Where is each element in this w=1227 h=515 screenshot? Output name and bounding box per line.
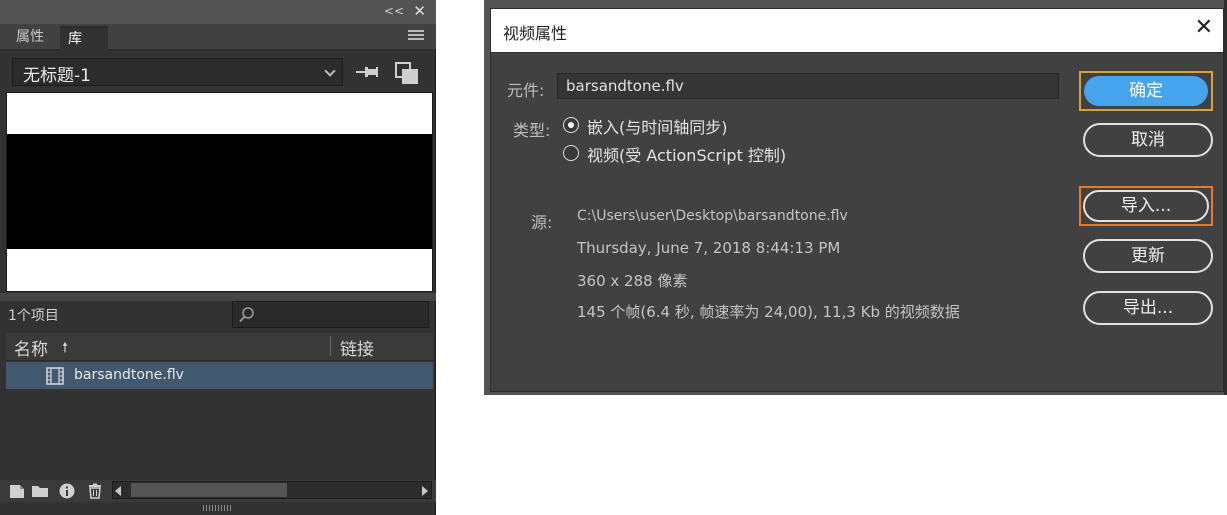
library-column-header: 名称 🠕 链接: [6, 333, 433, 361]
column-divider[interactable]: [330, 336, 331, 356]
panel-tab-bar: 属性 库: [0, 24, 436, 50]
ok-button[interactable]: 确定: [1084, 76, 1208, 106]
radio-video[interactable]: [563, 145, 579, 161]
source-label: 源:: [531, 213, 553, 232]
chevron-down-icon: [324, 65, 336, 77]
scrollbar-thumb[interactable]: [131, 483, 287, 497]
library-item-row[interactable]: barsandtone.flv: [6, 362, 433, 389]
document-select[interactable]: 无标题-1: [12, 58, 343, 86]
library-search-input[interactable]: [232, 301, 429, 328]
dialog-body: 元件: barsandtone.flv 类型: 嵌入(与时间轴同步) 视频(受 …: [490, 53, 1224, 392]
symbol-preview: [6, 92, 433, 292]
tab-library[interactable]: 库: [60, 26, 108, 50]
preview-frame-content: [7, 134, 432, 249]
horizontal-scrollbar[interactable]: [112, 481, 432, 499]
tab-properties[interactable]: 属性: [8, 26, 60, 50]
column-linkage[interactable]: 链接: [340, 335, 374, 360]
update-button[interactable]: 更新: [1083, 239, 1213, 273]
pin-icon[interactable]: [354, 62, 380, 82]
close-icon[interactable]: ✕: [1195, 15, 1213, 40]
trash-icon[interactable]: [86, 483, 104, 499]
source-path: C:\Users\user\Desktop\barsandtone.flv: [577, 208, 848, 224]
scroll-left-arrow-icon[interactable]: [115, 486, 121, 496]
radio-embed[interactable]: [563, 117, 579, 133]
dialog-title-bar: 视频属性 ✕: [490, 8, 1224, 53]
export-button[interactable]: 导出...: [1083, 291, 1213, 325]
import-button-highlight: 导入...: [1079, 186, 1213, 226]
ok-button-focus-ring: 确定: [1079, 71, 1213, 111]
source-info: 145 个帧(6.4 秒, 帧速率为 24,00), 11,3 Kb 的视频数据: [577, 303, 960, 321]
new-symbol-icon[interactable]: [8, 483, 26, 499]
preview-divider[interactable]: [0, 293, 436, 301]
sort-ascending-icon[interactable]: 🠕: [62, 337, 68, 361]
panel-top-bar: << ✕: [0, 0, 436, 24]
new-folder-icon[interactable]: [31, 483, 49, 499]
library-panel: << ✕ 属性 库 无标题-1 1个项目 名称 🠕 链接 barsandtone…: [0, 0, 436, 515]
symbol-label: 元件:: [507, 81, 545, 100]
source-date: Thursday, June 7, 2018 8:44:13 PM: [577, 239, 841, 257]
symbol-name-input[interactable]: barsandtone.flv: [557, 73, 1059, 99]
cancel-button[interactable]: 取消: [1083, 123, 1213, 157]
import-button[interactable]: 导入...: [1083, 190, 1209, 222]
collapse-panel-icon[interactable]: <<: [384, 4, 404, 18]
properties-info-icon[interactable]: [58, 483, 76, 499]
library-item-name: barsandtone.flv: [74, 367, 184, 383]
scroll-right-arrow-icon[interactable]: [422, 486, 428, 496]
resize-grip[interactable]: [203, 505, 233, 511]
item-count: 1个项目: [8, 308, 59, 324]
new-library-panel-icon[interactable]: [394, 61, 420, 85]
column-name[interactable]: 名称: [14, 335, 48, 360]
type-label: 类型:: [513, 121, 551, 140]
dialog-title: 视频属性: [503, 24, 568, 43]
video-properties-dialog: 视频属性 ✕ 元件: barsandtone.flv 类型: 嵌入(与时间轴同步…: [484, 0, 1227, 395]
radio-video-label[interactable]: 视频(受 ActionScript 控制): [587, 142, 786, 166]
radio-embed-label[interactable]: 嵌入(与时间轴同步): [587, 114, 728, 138]
search-icon: [239, 307, 254, 323]
close-panel-icon[interactable]: ✕: [413, 2, 426, 20]
document-select-value: 无标题-1: [23, 66, 91, 86]
panel-menu-icon[interactable]: [408, 30, 424, 42]
video-icon: [46, 367, 64, 385]
source-dimensions: 360 x 288 像素: [577, 272, 688, 290]
